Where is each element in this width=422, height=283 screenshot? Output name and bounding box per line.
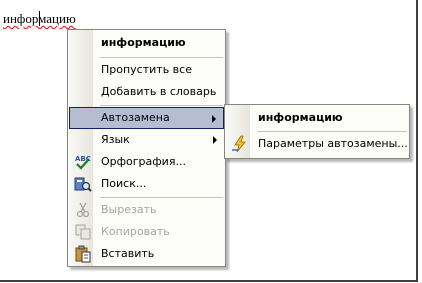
menu-item-suggestion[interactable]: информацию xyxy=(69,32,224,54)
language-label: Язык xyxy=(101,133,130,146)
autocorrect-label: Автозамена xyxy=(101,111,170,124)
submenu-item-autocorrect-options[interactable]: Параметры автозамены... xyxy=(226,133,408,155)
lookup-label: Поиск... xyxy=(101,177,147,190)
spelling-context-menu: информацию Пропустить все Добавить в сло… xyxy=(67,29,226,267)
copy-icon xyxy=(75,224,91,240)
spelling-label: Орфография... xyxy=(101,155,186,168)
submenu-arrow-icon xyxy=(212,115,216,123)
search-book-icon xyxy=(74,177,92,192)
text-caret xyxy=(39,11,40,26)
menu-separator xyxy=(100,57,223,58)
menu-item-paste[interactable]: Вставить xyxy=(69,243,224,265)
paste-clipboard-icon xyxy=(75,245,91,263)
menu-item-copy[interactable]: Копировать xyxy=(69,221,224,243)
menu-separator xyxy=(100,197,223,198)
menu-item-cut[interactable]: Вырезать xyxy=(69,199,224,221)
menu-item-lookup[interactable]: Поиск... xyxy=(69,173,224,195)
menu-item-add-to-dictionary[interactable]: Добавить в словарь xyxy=(69,81,224,103)
menu-item-language[interactable]: Язык xyxy=(69,129,224,151)
copy-label: Копировать xyxy=(101,225,170,238)
menu-separator xyxy=(257,131,407,132)
suggestion-label: информацию xyxy=(101,36,186,49)
cut-label: Вырезать xyxy=(101,203,157,216)
lightning-icon xyxy=(232,135,246,153)
menu-item-autocorrect[interactable]: Автозамена xyxy=(69,107,224,129)
add-to-dictionary-label: Добавить в словарь xyxy=(101,85,217,98)
submenu-suggestion-label: информацию xyxy=(258,111,343,124)
submenu-arrow-icon xyxy=(213,136,217,144)
menu-separator xyxy=(100,105,223,106)
scissors-icon xyxy=(76,202,90,218)
menu-item-spelling[interactable]: ABC Орфография... xyxy=(69,151,224,173)
autocorrect-submenu: информацию Параметры автозамены... xyxy=(224,104,410,159)
paste-label: Вставить xyxy=(101,247,155,260)
ignore-all-label: Пропустить все xyxy=(101,63,192,76)
menu-item-ignore-all[interactable]: Пропустить все xyxy=(69,59,224,81)
autocorrect-options-label: Параметры автозамены... xyxy=(258,137,408,150)
abc-check-icon: ABC xyxy=(75,155,91,170)
submenu-item-suggestion[interactable]: информацию xyxy=(226,107,408,129)
